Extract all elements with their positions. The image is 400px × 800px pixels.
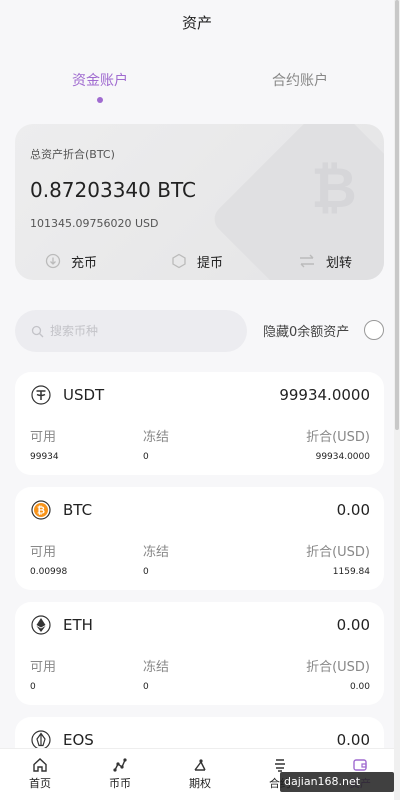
transfer-icon [300, 254, 314, 268]
deposit-button[interactable]: 充币 [45, 250, 97, 272]
coin-name: BTC [63, 501, 93, 519]
scrollbar[interactable] [394, 0, 400, 800]
deposit-label: 充币 [71, 255, 98, 271]
coin-total: 99934.0000 [279, 386, 370, 404]
deposit-icon [45, 253, 61, 269]
ethereum-icon [31, 615, 51, 635]
coin-total: 0.00 [336, 731, 370, 749]
tab-label: 资金账户 [72, 73, 128, 89]
transfer-button[interactable]: 划转 [298, 250, 352, 272]
tab-label: 合约账户 [272, 73, 328, 89]
converted-value: 1159.84 [332, 567, 370, 577]
coin-name: ETH [63, 616, 93, 634]
scrollbar-thumb[interactable] [395, 0, 399, 430]
spot-icon [113, 758, 127, 772]
nav-label: 首页 [29, 777, 51, 790]
frozen-value: 0 [143, 452, 149, 462]
bitcoin-watermark-icon: ₿ [311, 156, 357, 221]
coin-header: USDT 99934.0000 [31, 384, 370, 406]
coin-name: EOS [63, 731, 94, 749]
tether-icon [31, 385, 51, 405]
frozen-label: 冻结 [143, 430, 170, 445]
coin-name: USDT [63, 386, 105, 404]
frozen-value: 0 [143, 682, 149, 692]
converted-label: 折合(USD) [306, 545, 370, 560]
nav-spot[interactable]: 币币 [90, 757, 150, 791]
coin-card-usdt[interactable]: USDT 99934.0000 可用 冻结 折合(USD) 99934 0 99… [15, 372, 384, 475]
nav-home[interactable]: 首页 [10, 757, 70, 791]
converted-value: 99934.0000 [315, 452, 370, 462]
bitcoin-icon: ₿ [31, 500, 51, 520]
hide-zero-toggle[interactable] [364, 320, 384, 340]
tab-contract-account[interactable]: 合约账户 [240, 70, 360, 90]
available-value: 0 [30, 682, 36, 692]
withdraw-icon [172, 253, 186, 269]
site-watermark: dajian168.net [280, 772, 394, 792]
nav-label: 币币 [109, 777, 131, 790]
available-label: 可用 [30, 545, 57, 560]
available-value: 99934 [30, 452, 59, 462]
contract-icon [275, 759, 285, 772]
frozen-value: 0 [143, 567, 149, 577]
withdraw-button[interactable]: 提币 [171, 250, 223, 272]
total-assets-card: ₿ 总资产折合(BTC) 0.87203340 BTC 101345.09756… [15, 124, 384, 280]
page-title: 资产 [181, 14, 212, 32]
coin-card-btc[interactable]: ₿ BTC 0.00 可用 冻结 折合(USD) 0.00998 0 1159.… [15, 487, 384, 590]
eos-icon [31, 730, 51, 750]
converted-value: 0.00 [349, 682, 370, 692]
svg-text:₿: ₿ [37, 505, 45, 517]
coin-header: ₿ BTC 0.00 [31, 499, 370, 521]
available-label: 可用 [30, 430, 57, 445]
total-assets-btc: 0.87203340 BTC [30, 178, 196, 202]
available-value: 0.00998 [30, 567, 68, 577]
account-tabs: 资金账户 合约账户 [0, 70, 394, 106]
coin-search-box[interactable] [15, 310, 247, 352]
wallet-icon [353, 759, 367, 771]
converted-label: 折合(USD) [306, 430, 370, 445]
nav-label: 期权 [189, 777, 211, 790]
coin-card-eth[interactable]: ETH 0.00 可用 冻结 折合(USD) 0 0 0.00 [15, 602, 384, 705]
tab-funding-account[interactable]: 资金账户 [40, 70, 160, 103]
total-assets-usd: 101345.09756020 USD [30, 217, 159, 230]
total-assets-label: 总资产折合(BTC) [30, 148, 115, 161]
withdraw-label: 提币 [197, 255, 224, 271]
transfer-label: 划转 [326, 255, 353, 271]
asset-actions: 充币 提币 划转 [15, 250, 384, 272]
converted-label: 折合(USD) [306, 660, 370, 675]
active-tab-indicator [97, 97, 103, 103]
coin-total: 0.00 [336, 616, 370, 634]
frozen-label: 冻结 [143, 660, 170, 675]
hide-zero-label: 隐藏0余额资产 [263, 325, 350, 340]
assets-page: 资产 资金账户 合约账户 ₿ 总资产折合(BTC) 0.87203340 BTC… [0, 0, 394, 800]
search-input[interactable] [50, 324, 230, 338]
frozen-label: 冻结 [143, 545, 170, 560]
nav-option[interactable]: 期权 [170, 757, 230, 791]
available-label: 可用 [30, 660, 57, 675]
option-icon [194, 759, 206, 771]
search-icon [31, 325, 44, 337]
coin-total: 0.00 [336, 501, 370, 519]
home-icon [33, 758, 47, 772]
coin-header: ETH 0.00 [31, 614, 370, 636]
